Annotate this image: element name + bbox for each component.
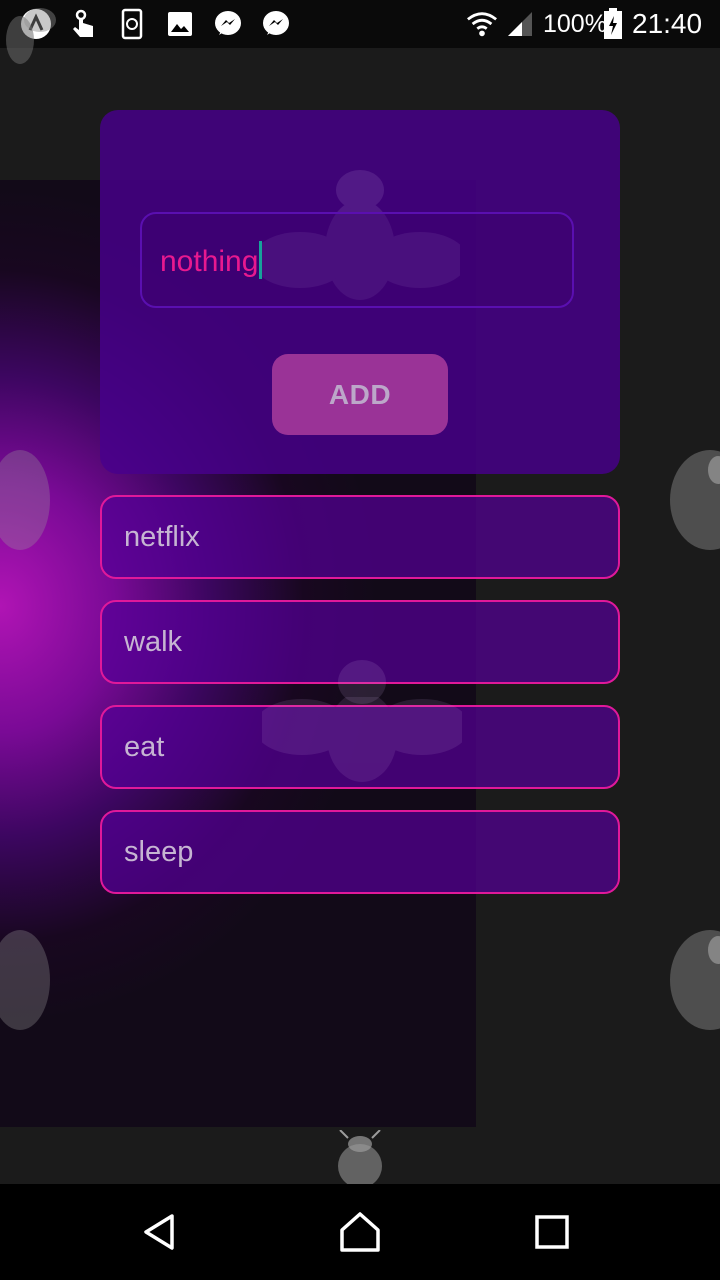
home-icon[interactable] <box>332 1204 388 1260</box>
bee-decoration-icon <box>0 450 50 550</box>
todo-label: eat <box>124 731 165 763</box>
todo-label: walk <box>124 626 183 658</box>
todo-label: netflix <box>124 521 200 553</box>
bee-watermark-icon <box>262 697 462 782</box>
back-icon[interactable] <box>132 1204 188 1260</box>
task-input-value: nothing <box>160 241 263 282</box>
bee-decoration-icon <box>670 930 720 1030</box>
bee-decoration-icon <box>6 8 56 64</box>
battery-percent: 100% <box>543 10 607 38</box>
signal-icon <box>504 8 536 40</box>
wifi-icon <box>466 8 498 40</box>
navigation-bar <box>0 1184 720 1280</box>
todo-item[interactable]: netflix <box>100 495 620 579</box>
add-task-card: nothing ADD <box>100 110 620 474</box>
todo-item[interactable]: walk <box>100 600 620 704</box>
clock: 21:40 <box>632 8 703 39</box>
bee-decoration-icon <box>338 1130 382 1184</box>
touch-icon <box>68 8 100 40</box>
text-caret <box>259 241 263 279</box>
bee-decoration-icon <box>0 930 50 1030</box>
status-bar: 100% 21:40 <box>0 0 720 48</box>
image-icon <box>164 8 196 40</box>
task-input[interactable]: nothing <box>140 212 574 308</box>
todo-item[interactable]: sleep <box>100 810 620 894</box>
messenger-icon <box>260 8 292 40</box>
add-button[interactable]: ADD <box>272 354 448 435</box>
todo-item[interactable]: eat <box>100 697 620 789</box>
messenger-icon <box>212 8 244 40</box>
battery-charging-icon <box>602 8 624 40</box>
bee-decoration-icon <box>670 450 720 550</box>
recents-icon[interactable] <box>524 1204 580 1260</box>
sync-icon <box>116 8 148 40</box>
todo-label: sleep <box>124 836 194 868</box>
